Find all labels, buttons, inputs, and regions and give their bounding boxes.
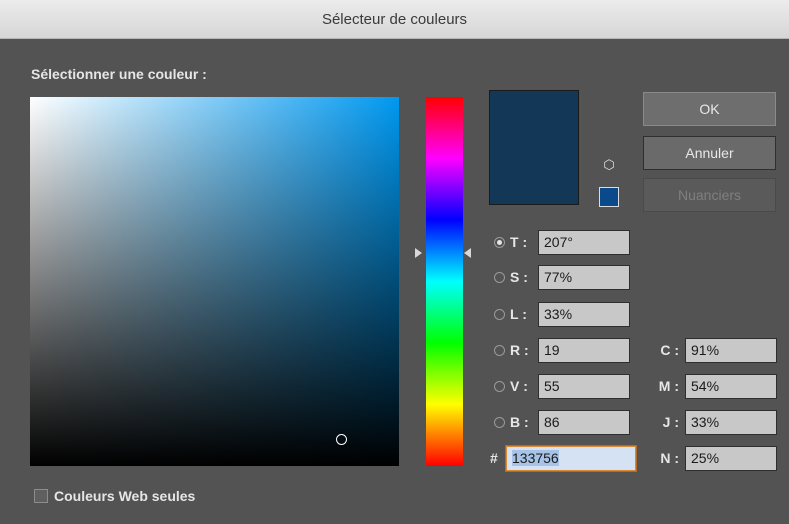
- hue-row: T : 207°: [494, 229, 630, 255]
- web-only-label: Couleurs Web seules: [54, 488, 196, 504]
- brightness-row: L : 33%: [494, 301, 630, 327]
- black-field[interactable]: 25%: [685, 445, 777, 471]
- brightness-field[interactable]: 33%: [538, 301, 630, 327]
- hue-label: T :: [510, 234, 528, 250]
- window-titlebar: Sélecteur de couleurs: [0, 0, 789, 39]
- magenta-field[interactable]: 54%: [685, 373, 777, 399]
- green-radio[interactable]: [494, 380, 505, 392]
- green-label: V :: [510, 378, 528, 394]
- current-color-swatch: [489, 90, 579, 205]
- green-row: V : 55: [494, 373, 630, 399]
- hue-slider-left-arrow-icon[interactable]: [415, 248, 422, 258]
- green-field[interactable]: 55: [538, 373, 630, 399]
- hue-radio[interactable]: [494, 236, 505, 248]
- hex-row: # 133756: [490, 445, 636, 471]
- yellow-row: J : 33%: [650, 409, 777, 435]
- window-title: Sélecteur de couleurs: [321, 10, 468, 28]
- web-safe-color-swatch[interactable]: [599, 187, 619, 207]
- saturation-label: S :: [510, 269, 528, 285]
- yellow-field[interactable]: 33%: [685, 409, 777, 435]
- swatches-button[interactable]: Nuanciers: [643, 178, 776, 212]
- hue-slider[interactable]: [426, 97, 463, 466]
- hue-slider-right-arrow-icon[interactable]: [464, 248, 471, 258]
- color-field[interactable]: [30, 97, 399, 466]
- hue-field[interactable]: 207°: [538, 229, 630, 255]
- cyan-field[interactable]: 91%: [685, 337, 777, 363]
- brightness-radio[interactable]: [494, 308, 505, 320]
- hex-prefix: #: [490, 450, 498, 466]
- blue-label: B :: [510, 414, 529, 430]
- magenta-row: M : 54%: [650, 373, 777, 399]
- red-label: R :: [510, 342, 529, 358]
- saturation-radio[interactable]: [494, 271, 505, 283]
- ok-button[interactable]: OK: [643, 92, 776, 126]
- cyan-label: C :: [660, 342, 679, 358]
- red-row: R : 19: [494, 337, 630, 363]
- red-radio[interactable]: [494, 344, 505, 356]
- saturation-field[interactable]: 77%: [538, 264, 630, 290]
- blue-radio[interactable]: [494, 416, 505, 428]
- magenta-label: M :: [658, 378, 679, 394]
- brightness-label: L :: [510, 306, 527, 322]
- hex-field[interactable]: 133756: [506, 445, 636, 471]
- red-field[interactable]: 19: [538, 337, 630, 363]
- web-only-checkbox[interactable]: [34, 489, 48, 503]
- cyan-row: C : 91%: [650, 337, 777, 363]
- black-row: N : 25%: [650, 445, 777, 471]
- saturation-row: S : 77%: [494, 264, 630, 290]
- web-only-option[interactable]: Couleurs Web seules: [34, 488, 195, 504]
- hex-value: 133756: [512, 449, 559, 466]
- blue-field[interactable]: 86: [538, 409, 630, 435]
- blue-row: B : 86: [494, 409, 630, 435]
- web-safe-cube-icon: ⬡: [603, 157, 615, 172]
- cancel-button[interactable]: Annuler: [643, 136, 776, 170]
- black-label: N :: [660, 450, 679, 466]
- color-field-marker[interactable]: [336, 434, 347, 445]
- yellow-label: J :: [662, 414, 679, 430]
- picker-label: Sélectionner une couleur :: [31, 66, 207, 82]
